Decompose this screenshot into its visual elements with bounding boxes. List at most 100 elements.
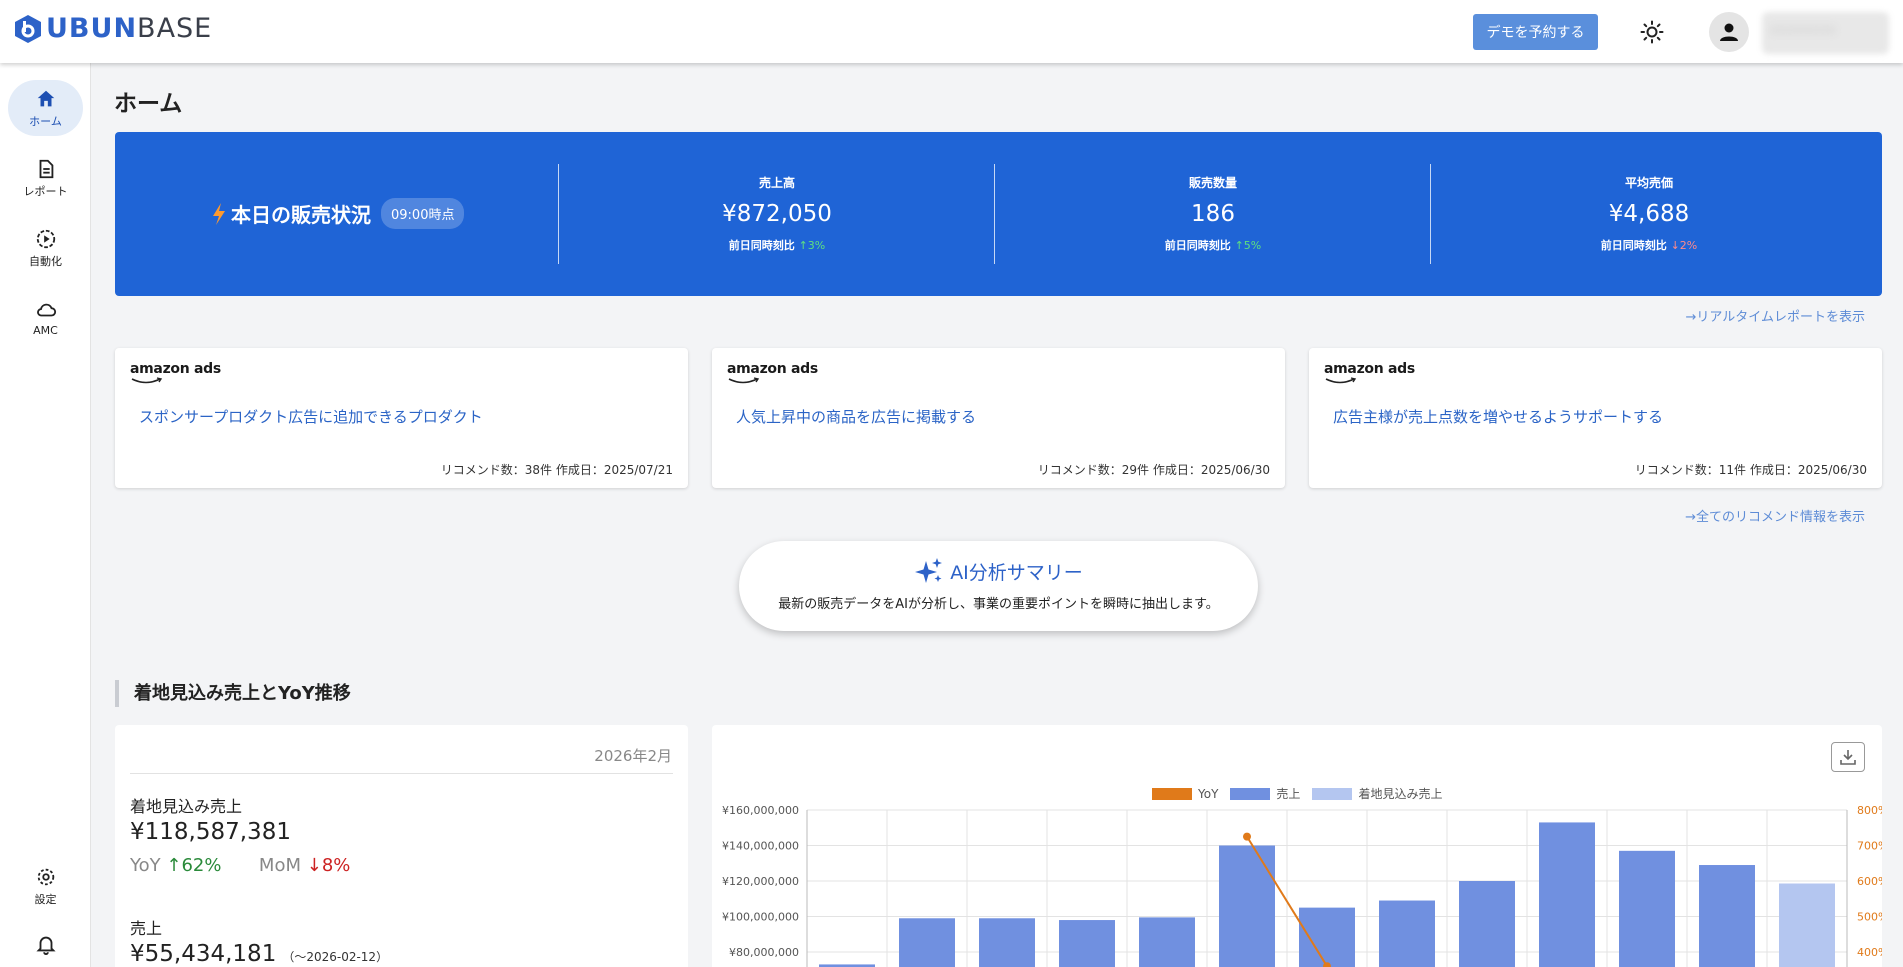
y-tick-label-left: ¥80,000,000 [729,946,799,959]
person-icon [1720,23,1738,41]
kpi-value: ¥872,050 [722,201,832,227]
y-tick-label-right: 500% [1857,911,1882,924]
amazon-ads-logo: amazon ads [1324,361,1415,377]
time-badge: 09:00時点 [381,198,465,229]
kpi-label: 販売数量 [1188,176,1237,190]
kpi-comparison: 前日同時刻比 ↑3% [728,239,826,252]
daily-sales-status-banner: 本日の販売状況 09:00時点 売上高 ¥872,050 前日同時刻比 ↑3% … [115,132,1882,296]
recommend-card-title[interactable]: 広告主様が売上点数を増やせるようサポートする [1333,406,1663,427]
realtime-report-link[interactable]: →リアルタイムレポートを表示 [1685,306,1865,325]
kpi-value: 186 [1191,201,1235,227]
y-tick-label-right: 800% [1857,804,1882,817]
sales-bar [1299,907,1355,967]
y-tick-label-left: ¥100,000,000 [722,911,799,924]
amazon-smile-icon [728,377,760,384]
sidebar-item-label: 自動化 [29,254,62,268]
logo-mark-icon [15,14,41,43]
sidebar-item-label: ホーム [29,114,62,128]
sales-period: （〜2026-02-12） [282,950,389,964]
sidebar-item-automation[interactable]: 自動化 [8,220,83,276]
y-tick-label-left: ¥140,000,000 [722,840,799,853]
recommend-card-title[interactable]: スポンサープロダクト広告に追加できるプロダクト [139,406,483,427]
logo-text: UBUNBASE [46,13,213,44]
kpi-comparison: 前日同時刻比 ↑5% [1164,239,1262,252]
sidebar-item-label: レポート [23,184,68,198]
home-icon [37,90,54,106]
kpi-label: 売上高 [758,176,795,190]
document-icon [39,159,53,178]
forecast-label: 着地見込み売上 [130,797,243,816]
sales-value-row: ¥55,434,181 （〜2026-02-12） [130,941,388,967]
app-logo[interactable]: UBUNBASE [14,13,212,44]
bar-line-chart: ¥160,000,000 ¥140,000,000 ¥120,000,000 ¥100… [722,804,1882,967]
sun-icon[interactable] [1640,20,1664,44]
forecast-kpi-card: 2026年2月 着地見込み売上 ¥118,587,381 YoY ↑62% Mo… [115,725,688,967]
recommend-card-title[interactable]: 人気上昇中の商品を広告に掲載する [736,406,976,427]
amazon-ads-logo: amazon ads [130,361,221,377]
sales-bar [1459,881,1515,967]
sales-bar [899,918,955,967]
sales-bar [1619,850,1675,967]
recommend-card-meta: リコメンド数：38件 作成日：2025/07/21 [440,463,673,477]
sales-bar [1539,822,1595,967]
sparkle-icon [915,558,943,583]
amazon-ads-logo: amazon ads [727,361,818,377]
y-tick-label-right: 700% [1857,840,1882,853]
user-name: xxxxxxxx [1770,22,1837,38]
sidebar-item-report[interactable]: レポート [8,150,83,206]
y-tick-label-left: ¥120,000,000 [722,875,799,888]
sales-label: 売上 [130,919,163,938]
kpi-average-price: 平均売価 ¥4,688 前日同時刻比 ↓2% [1431,174,1867,253]
y-tick-label-right: 400% [1857,946,1882,959]
sales-bar [1219,845,1275,967]
lightning-icon [213,202,225,225]
ai-summary-title: AI分析サマリー [950,561,1083,584]
sales-bar [1379,900,1435,967]
bell-icon [35,936,56,955]
sales-bar [1059,920,1115,967]
sales-bar [1139,917,1195,967]
ai-summary-description: 最新の販売データをAIが分析し、事業の重要ポイントを瞬時に抽出します。 [778,597,1219,612]
sidebar-item-amc[interactable]: AMC [8,290,83,346]
status-title: 本日の販売状況 09:00時点 [211,198,465,229]
recommend-card[interactable]: amazon ads スポンサープロダクト広告に追加できるプロダクト リコメンド… [115,348,688,488]
status-title-text: 本日の販売状況 [231,203,371,227]
sales-bar [1699,865,1755,967]
all-recommendations-link[interactable]: →全てのリコメンド情報を表示 [1685,506,1865,525]
forecast-value: ¥118,587,381 [130,819,291,845]
forecast-bar [1779,883,1835,967]
app-header: UBUNBASE デモを予約する xxxxxxxx [0,0,1903,63]
sidebar-item-label: AMC [33,324,58,337]
kpi-change: ↓2% [1670,239,1698,252]
sidebar-item-settings[interactable]: 設定 [8,858,83,914]
amazon-smile-icon [1325,377,1357,384]
divider [130,773,673,774]
sales-bar [979,918,1035,967]
page-title: ホーム [114,91,183,117]
kpi-value: ¥4,688 [1608,201,1690,227]
avatar[interactable] [1709,12,1749,52]
recommend-card[interactable]: amazon ads 人気上昇中の商品を広告に掲載する リコメンド数：29件 作… [712,348,1285,488]
yoy-value: ↑62% [166,855,222,876]
kpi-sales: 売上高 ¥872,050 前日同時刻比 ↑3% [559,174,995,253]
sidebar-item-home[interactable]: ホーム [8,80,83,136]
mom-value: ↓8% [306,855,351,876]
recommend-card[interactable]: amazon ads 広告主様が売上点数を増やせるようサポートする リコメンド数… [1309,348,1882,488]
amazon-smile-icon [131,377,163,384]
kpi-comparison: 前日同時刻比 ↓2% [1600,239,1698,252]
yoy-label: YoY [130,855,161,876]
book-demo-button[interactable]: デモを予約する [1473,14,1598,50]
gear-icon [37,868,54,885]
kpi-change: ↑3% [798,239,826,252]
kpi-change: ↑5% [1234,239,1262,252]
sidebar-item-notifications[interactable] [8,925,83,965]
kpi-quantity: 販売数量 186 前日同時刻比 ↑5% [995,174,1431,253]
mom-label: MoM [258,855,301,876]
ai-summary-button[interactable]: AI分析サマリー 最新の販売データをAIが分析し、事業の重要ポイントを瞬時に抽出… [739,541,1258,631]
growth-rates: YoY ↑62% MoM ↓8% [130,855,350,876]
month-label: 2026年2月 [594,747,672,765]
recommend-card-meta: リコメンド数：11件 作成日：2025/06/30 [1634,463,1867,477]
y-tick-label-left: ¥160,000,000 [722,804,799,817]
kpi-label: 平均売価 [1624,176,1673,190]
y-tick-label-right: 600% [1857,875,1882,888]
